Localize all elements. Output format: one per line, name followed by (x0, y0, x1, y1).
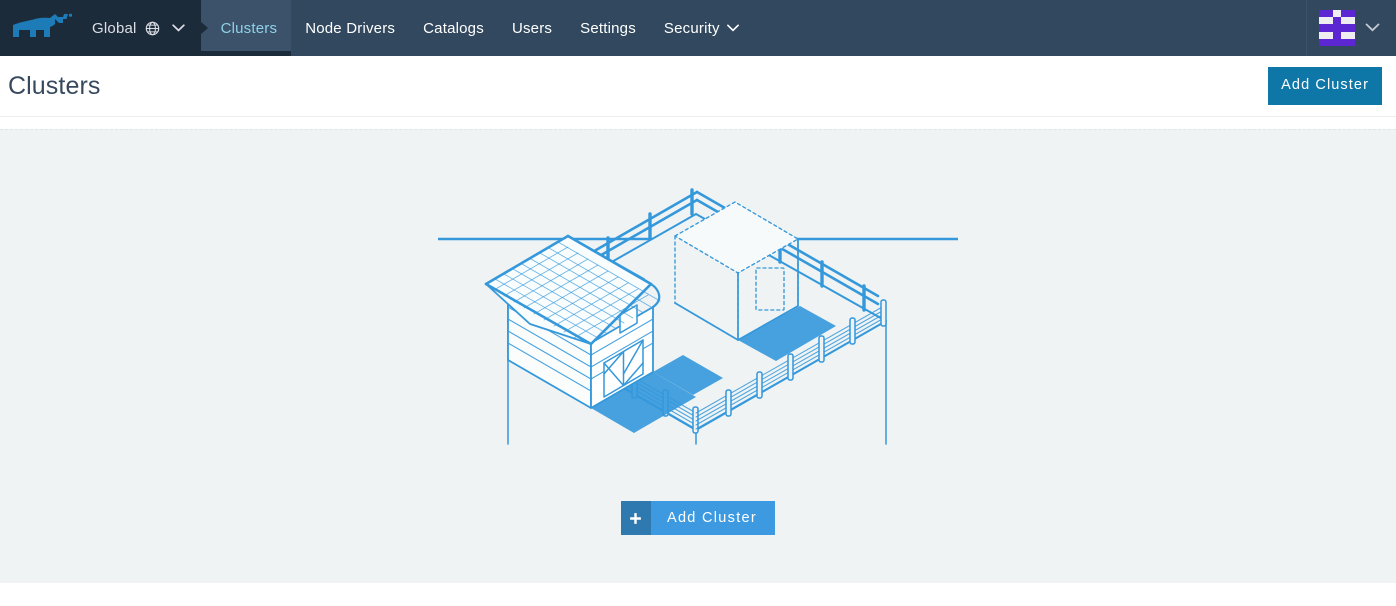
rancher-bull-logo (13, 13, 73, 37)
top-header: Global Clusters Node Drivers Catalogs Us… (0, 0, 1396, 56)
nav-label: Users (511, 19, 553, 37)
cluster-switcher[interactable]: Global (84, 0, 201, 56)
page-header-bar: Clusters Add Cluster (0, 56, 1396, 116)
nav-label: Settings (580, 19, 636, 37)
add-cluster-button-top[interactable]: Add Cluster (1268, 67, 1382, 105)
empty-state-cta: Add Cluster (0, 501, 1396, 535)
header-divider (0, 116, 1396, 117)
plus-icon (620, 501, 651, 535)
nav-item-security[interactable]: Security (650, 0, 753, 56)
globe-icon (145, 21, 160, 36)
nav-label: Clusters (220, 19, 278, 37)
user-identicon-avatar (1319, 10, 1355, 46)
clusters-empty-state-panel: Add Cluster (0, 129, 1396, 583)
chevron-down-icon (726, 24, 739, 32)
nav-label: Node Drivers (305, 19, 396, 37)
nav-label: Catalogs (423, 19, 484, 37)
cluster-switcher-label: Global (92, 19, 137, 37)
add-cluster-button-empty-state[interactable]: Add Cluster (620, 501, 776, 535)
nav-item-users[interactable]: Users (498, 0, 566, 56)
nav-label: Security (663, 19, 720, 37)
nav-item-node-drivers[interactable]: Node Drivers (291, 0, 409, 56)
add-cluster-label: Add Cluster (650, 501, 776, 535)
user-menu[interactable] (1306, 0, 1396, 56)
nav-item-catalogs[interactable]: Catalogs (409, 0, 498, 56)
nav-item-clusters[interactable]: Clusters (199, 0, 292, 56)
rancher-logo[interactable] (0, 0, 84, 56)
chevron-down-icon (171, 24, 185, 32)
nav-item-settings[interactable]: Settings (566, 0, 650, 56)
active-indicator-icon (199, 21, 208, 35)
chevron-down-icon (1365, 19, 1380, 37)
main-nav: Clusters Node Drivers Catalogs Users Set… (199, 0, 1306, 56)
page-title: Clusters (8, 71, 101, 100)
isometric-ranch-illustration (436, 178, 960, 473)
